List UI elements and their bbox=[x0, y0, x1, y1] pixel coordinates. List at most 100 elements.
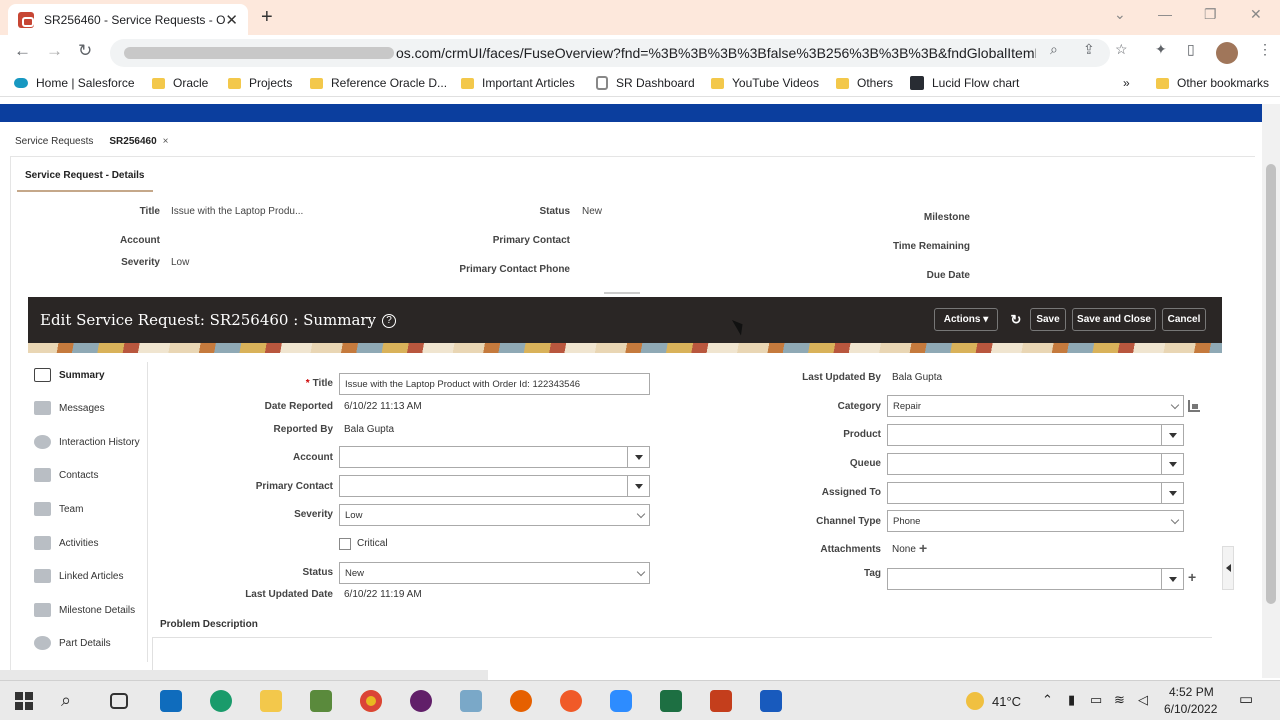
close-sr-tab-icon[interactable]: × bbox=[163, 136, 169, 147]
share-icon[interactable]: ⇪ bbox=[1083, 41, 1095, 58]
bookmark-projects[interactable]: Projects bbox=[228, 76, 292, 90]
critical-checkbox[interactable] bbox=[339, 538, 351, 550]
zoom-search-icon[interactable]: ⌕ bbox=[1050, 41, 1058, 58]
tab-search-icon[interactable]: ⌄ bbox=[1114, 6, 1126, 23]
usb-icon[interactable]: ▮ bbox=[1068, 692, 1075, 708]
tab-service-request-details[interactable]: Service Request - Details bbox=[17, 164, 153, 192]
other-bookmarks[interactable]: Other bookmarks bbox=[1156, 76, 1269, 90]
nav-messages[interactable]: Messages bbox=[34, 401, 105, 415]
save-button[interactable]: Save bbox=[1030, 308, 1066, 331]
pen-tool-icon[interactable] bbox=[560, 690, 582, 712]
bookmark-youtube-videos[interactable]: YouTube Videos bbox=[711, 76, 819, 90]
word-icon[interactable] bbox=[760, 690, 782, 712]
bookmark-sr-dashboard[interactable]: SR Dashboard bbox=[596, 76, 695, 90]
refresh-icon[interactable]: ↻ bbox=[1005, 308, 1027, 331]
forward-icon[interactable]: → bbox=[46, 41, 63, 61]
severity-select[interactable]: Low bbox=[339, 504, 650, 526]
excel-icon[interactable] bbox=[660, 690, 682, 712]
wifi-icon[interactable]: ≋ bbox=[1114, 692, 1125, 708]
search-icon[interactable]: ⌕ bbox=[61, 690, 83, 712]
more-bookmarks-icon[interactable]: » bbox=[1123, 76, 1130, 90]
snipping-tool-icon[interactable] bbox=[460, 690, 482, 712]
splitter-handle[interactable] bbox=[604, 292, 640, 294]
account-combobox[interactable] bbox=[339, 446, 650, 468]
outlook-icon[interactable] bbox=[160, 690, 182, 712]
nav-part-details[interactable]: Part Details bbox=[34, 636, 111, 650]
temperature[interactable]: 41°C bbox=[992, 694, 1021, 709]
chrome-icon[interactable] bbox=[360, 690, 382, 712]
actions-button[interactable]: Actions ▾ bbox=[934, 308, 998, 331]
nav-activities[interactable]: Activities bbox=[34, 536, 98, 550]
bookmark-oracle[interactable]: Oracle bbox=[152, 76, 208, 90]
task-view-icon[interactable] bbox=[110, 693, 128, 709]
new-tab-icon[interactable]: + bbox=[261, 6, 273, 29]
volume-icon[interactable]: ◁ bbox=[1138, 692, 1148, 708]
page-scrollbar[interactable] bbox=[1262, 104, 1280, 678]
category-tree-icon[interactable] bbox=[1188, 400, 1200, 412]
zoom-icon[interactable] bbox=[610, 690, 632, 712]
close-window-icon[interactable]: ✕ bbox=[1250, 6, 1262, 23]
clock-date[interactable]: 6/10/2022 bbox=[1164, 702, 1217, 716]
tab-sr256460[interactable]: SR256460 bbox=[109, 136, 156, 147]
primary-contact-dropdown-icon[interactable] bbox=[627, 476, 649, 496]
nav-interaction-history[interactable]: Interaction History bbox=[34, 435, 140, 449]
save-and-close-button[interactable]: Save and Close bbox=[1072, 308, 1156, 331]
avatar[interactable] bbox=[1216, 42, 1238, 64]
account-dropdown-icon[interactable] bbox=[627, 447, 649, 467]
file-explorer-icon[interactable] bbox=[260, 690, 282, 712]
bookmark-others[interactable]: Others bbox=[836, 76, 893, 90]
nav-contacts[interactable]: Contacts bbox=[34, 468, 98, 482]
address-bar[interactable]: os.com/crmUI/faces/FuseOverview?fnd=%3B%… bbox=[110, 39, 1110, 67]
bookmark-important-articles[interactable]: Important Articles bbox=[461, 76, 575, 90]
browser-tab[interactable]: SR256460 - Service Requests - O ✕ bbox=[8, 4, 248, 35]
extensions-icon[interactable]: ✦ bbox=[1155, 41, 1167, 58]
assigned-to-dropdown-icon[interactable] bbox=[1161, 483, 1183, 503]
status-select[interactable]: New bbox=[339, 562, 650, 584]
channel-type-select[interactable]: Phone bbox=[887, 510, 1184, 532]
bookmark-lucid[interactable]: Lucid Flow chart bbox=[910, 76, 1019, 90]
add-attachment-icon[interactable]: + bbox=[919, 540, 927, 556]
notifications-icon[interactable]: ▭ bbox=[1239, 690, 1253, 708]
nav-summary[interactable]: Summary bbox=[34, 368, 105, 382]
account-label: Account bbox=[293, 452, 333, 463]
windows-start-icon[interactable] bbox=[13, 690, 35, 712]
nav-milestone-details[interactable]: Milestone Details bbox=[34, 603, 135, 617]
primary-contact-combobox[interactable] bbox=[339, 475, 650, 497]
powerpoint-icon[interactable] bbox=[710, 690, 732, 712]
firefox-icon[interactable] bbox=[510, 690, 532, 712]
tag-combobox[interactable] bbox=[887, 568, 1184, 590]
queue-dropdown-icon[interactable] bbox=[1161, 454, 1183, 474]
tag-dropdown-icon[interactable] bbox=[1161, 569, 1183, 589]
bookmark-reference-oracle[interactable]: Reference Oracle D... bbox=[310, 76, 447, 90]
clock-time[interactable]: 4:52 PM bbox=[1169, 685, 1214, 699]
tab-service-requests[interactable]: Service Requests bbox=[15, 136, 93, 147]
battery-icon[interactable]: ▭ bbox=[1090, 692, 1102, 708]
close-tab-icon[interactable]: ✕ bbox=[225, 11, 238, 29]
weather-icon[interactable] bbox=[966, 692, 984, 710]
add-tag-icon[interactable]: + bbox=[1188, 569, 1196, 585]
bookmark-star-icon[interactable]: ☆ bbox=[1115, 41, 1128, 58]
category-select[interactable]: Repair bbox=[887, 395, 1184, 417]
edge-icon[interactable] bbox=[210, 690, 232, 712]
queue-combobox[interactable] bbox=[887, 453, 1184, 475]
product-combobox[interactable] bbox=[887, 424, 1184, 446]
bookmark-salesforce[interactable]: Home | Salesforce bbox=[14, 76, 135, 90]
excel-addin-icon[interactable] bbox=[310, 690, 332, 712]
cancel-button[interactable]: Cancel bbox=[1162, 308, 1206, 331]
restore-icon[interactable]: ❐ bbox=[1204, 6, 1217, 23]
collapse-panel-handle[interactable] bbox=[1222, 546, 1234, 590]
reload-icon[interactable]: ↻ bbox=[78, 41, 92, 61]
product-dropdown-icon[interactable] bbox=[1161, 425, 1183, 445]
nav-team[interactable]: Team bbox=[34, 502, 83, 516]
chevron-up-icon[interactable]: ⌃ bbox=[1042, 692, 1053, 708]
title-input[interactable]: Issue with the Laptop Product with Order… bbox=[339, 373, 650, 395]
assigned-to-combobox[interactable] bbox=[887, 482, 1184, 504]
more-menu-icon[interactable]: ⋮ bbox=[1258, 41, 1272, 58]
back-icon[interactable]: ← bbox=[14, 41, 31, 61]
help-icon[interactable]: ? bbox=[382, 314, 397, 328]
nav-linked-articles[interactable]: Linked Articles bbox=[34, 569, 123, 583]
slack-icon[interactable] bbox=[410, 690, 432, 712]
side-panel-icon[interactable]: ▯ bbox=[1187, 41, 1195, 58]
scrollbar-thumb[interactable] bbox=[1266, 164, 1276, 604]
minimize-icon[interactable]: — bbox=[1158, 6, 1172, 22]
